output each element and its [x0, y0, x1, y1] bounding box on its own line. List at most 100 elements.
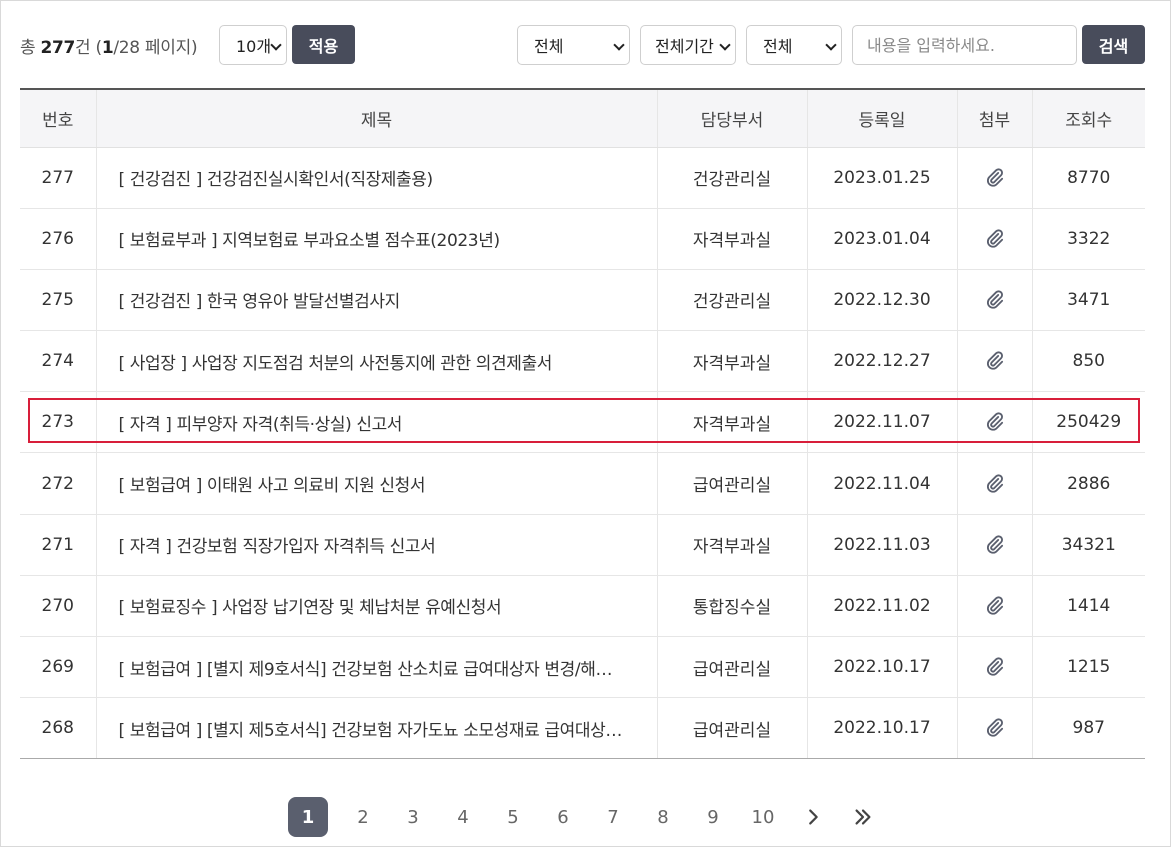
row-views: 850 [1031, 330, 1145, 393]
paperclip-icon[interactable] [984, 717, 1006, 739]
paperclip-icon[interactable] [984, 534, 1006, 556]
row-attachment[interactable] [956, 147, 1032, 209]
page-link[interactable]: 7 [588, 797, 638, 837]
total-count-text: 총 277건 (1/28 페이지) [20, 38, 198, 58]
paperclip-icon[interactable] [984, 350, 1006, 372]
row-views: 34321 [1031, 514, 1145, 576]
row-title-link[interactable]: [ 보험급여 ] [별지 제9호서식] 건강보험 산소치료 급여대상자 변경/해… [95, 636, 657, 699]
row-date: 2022.12.27 [806, 330, 957, 393]
chevron-down-icon [270, 39, 282, 51]
row-number: 272 [20, 452, 96, 515]
page-link[interactable]: 9 [688, 797, 738, 837]
row-number: 270 [20, 575, 96, 638]
table-row[interactable]: 275[ 건강검진 ] 한국 영유아 발달선별검사지 건강관리실 2022.12.3… [20, 269, 1145, 332]
row-title-link[interactable]: [ 자격 ] 피부양자 자격(취득·상실) 신고서 [95, 391, 657, 454]
board-toolbar: 총 277건 (1/28 페이지) 10개 적용 전체 전체기간 전체 검색 [20, 24, 1145, 66]
row-number: 277 [20, 147, 96, 209]
total-count: 277 [40, 38, 76, 58]
next-page-button[interactable] [788, 797, 838, 837]
table-row[interactable]: 269[ 보험급여 ] [별지 제9호서식] 건강보험 산소치료 급여대상자 변… [20, 636, 1145, 699]
period-select-value: 전체기간 [655, 37, 714, 56]
page-link[interactable]: 3 [388, 797, 438, 837]
table-row[interactable]: 273[ 자격 ] 피부양자 자격(취득·상실) 신고서 자격부과실 2022.11… [20, 391, 1145, 454]
page-link[interactable]: 8 [638, 797, 688, 837]
row-number: 271 [20, 514, 96, 576]
paperclip-icon[interactable] [984, 656, 1006, 678]
table-row[interactable]: 270[ 보험료징수 ] 사업장 납기연장 및 체납처분 유예신청서 통합징수실 2… [20, 575, 1145, 638]
paperclip-icon[interactable] [984, 167, 1006, 189]
search-button[interactable]: 검색 [1082, 25, 1145, 64]
header-date: 등록일 [806, 88, 957, 148]
page-current[interactable]: 1 [288, 797, 328, 837]
paperclip-icon[interactable] [984, 411, 1006, 433]
row-department: 자격부과실 [656, 208, 807, 270]
header-number: 번호 [20, 88, 96, 148]
page-link[interactable]: 5 [488, 797, 538, 837]
row-number: 269 [20, 636, 96, 699]
row-title-link[interactable]: [ 보험료징수 ] 사업장 납기연장 및 체납처분 유예신청서 [95, 575, 657, 638]
search-field-select-value: 전체 [763, 37, 793, 56]
apply-button[interactable]: 적용 [292, 25, 355, 64]
table-row[interactable]: 271[ 자격 ] 건강보험 직장가입자 자격취득 신고서 자격부과실 2022.1… [20, 514, 1145, 576]
row-attachment[interactable] [956, 575, 1032, 638]
chevron-down-icon [825, 39, 837, 51]
page-link[interactable]: 6 [538, 797, 588, 837]
row-title-link[interactable]: [ 보험급여 ] 이태원 사고 의료비 지원 신청서 [95, 452, 657, 515]
page-link[interactable]: 4 [438, 797, 488, 837]
table-row[interactable]: 276[ 보험료부과 ] 지역보험료 부과요소별 점수표(2023년) 자격부과실… [20, 208, 1145, 270]
row-views: 8770 [1031, 147, 1145, 209]
table-header-row: 번호 제목 담당부서 등록일 첨부 조회수 [20, 88, 1145, 148]
row-attachment[interactable] [956, 636, 1032, 699]
last-page-button[interactable] [838, 797, 888, 837]
per-page-value: 10개 [236, 37, 272, 56]
row-views: 2886 [1031, 452, 1145, 515]
paperclip-icon[interactable] [984, 228, 1006, 250]
period-select[interactable]: 전체기간 [640, 25, 736, 65]
paperclip-icon[interactable] [984, 595, 1006, 617]
row-title-link[interactable]: [ 보험급여 ] [별지 제5호서식] 건강보험 자가도뇨 소모성재료 급여대상… [95, 697, 657, 760]
row-department: 자격부과실 [656, 330, 807, 393]
category-select[interactable]: 전체 [517, 25, 630, 65]
row-title-link[interactable]: [ 건강검진 ] 건강검진실시확인서(직장제출용) [95, 147, 657, 209]
row-attachment[interactable] [956, 391, 1032, 454]
paperclip-icon[interactable] [984, 473, 1006, 495]
chevron-right-icon [809, 809, 818, 825]
row-views: 3471 [1031, 269, 1145, 332]
row-attachment[interactable] [956, 452, 1032, 515]
row-attachment[interactable] [956, 697, 1032, 760]
row-attachment[interactable] [956, 514, 1032, 576]
table-row[interactable]: 274[ 사업장 ] 사업장 지도점검 처분의 사전통지에 관한 의견제출서 자격… [20, 330, 1145, 393]
chevron-down-icon [613, 39, 625, 51]
row-attachment[interactable] [956, 269, 1032, 332]
row-views: 3322 [1031, 208, 1145, 270]
row-title-link[interactable]: [ 건강검진 ] 한국 영유아 발달선별검사지 [95, 269, 657, 332]
row-number: 276 [20, 208, 96, 270]
row-department: 급여관리실 [656, 697, 807, 760]
header-department: 담당부서 [656, 88, 807, 148]
row-number: 275 [20, 269, 96, 332]
current-page-number: 1 [101, 38, 114, 58]
per-page-select[interactable]: 10개 [219, 25, 287, 65]
row-department: 건강관리실 [656, 269, 807, 332]
row-attachment[interactable] [956, 330, 1032, 393]
search-input[interactable] [852, 25, 1077, 65]
page-link[interactable]: 2 [338, 797, 388, 837]
row-views: 987 [1031, 697, 1145, 760]
header-title: 제목 [95, 88, 657, 148]
row-date: 2022.12.30 [806, 269, 957, 332]
board-table: 번호 제목 담당부서 등록일 첨부 조회수 277[ 건강검진 ] 건강검진실시… [20, 88, 1145, 760]
paperclip-icon[interactable] [984, 289, 1006, 311]
row-title-link[interactable]: [ 보험료부과 ] 지역보험료 부과요소별 점수표(2023년) [95, 208, 657, 270]
row-attachment[interactable] [956, 208, 1032, 270]
search-field-select[interactable]: 전체 [746, 25, 842, 65]
row-department: 급여관리실 [656, 452, 807, 515]
table-row[interactable]: 268[ 보험급여 ] [별지 제5호서식] 건강보험 자가도뇨 소모성재료 급… [20, 697, 1145, 760]
page-link[interactable]: 10 [738, 797, 788, 837]
category-select-value: 전체 [534, 37, 564, 56]
double-chevron-right-icon [855, 809, 871, 825]
table-row[interactable]: 272[ 보험급여 ] 이태원 사고 의료비 지원 신청서 급여관리실 2022.1… [20, 452, 1145, 515]
row-title-link[interactable]: [ 사업장 ] 사업장 지도점검 처분의 사전통지에 관한 의견제출서 [95, 330, 657, 393]
row-number: 274 [20, 330, 96, 393]
row-title-link[interactable]: [ 자격 ] 건강보험 직장가입자 자격취득 신고서 [95, 514, 657, 576]
table-row[interactable]: 277[ 건강검진 ] 건강검진실시확인서(직장제출용) 건강관리실 2023.01… [20, 147, 1145, 209]
